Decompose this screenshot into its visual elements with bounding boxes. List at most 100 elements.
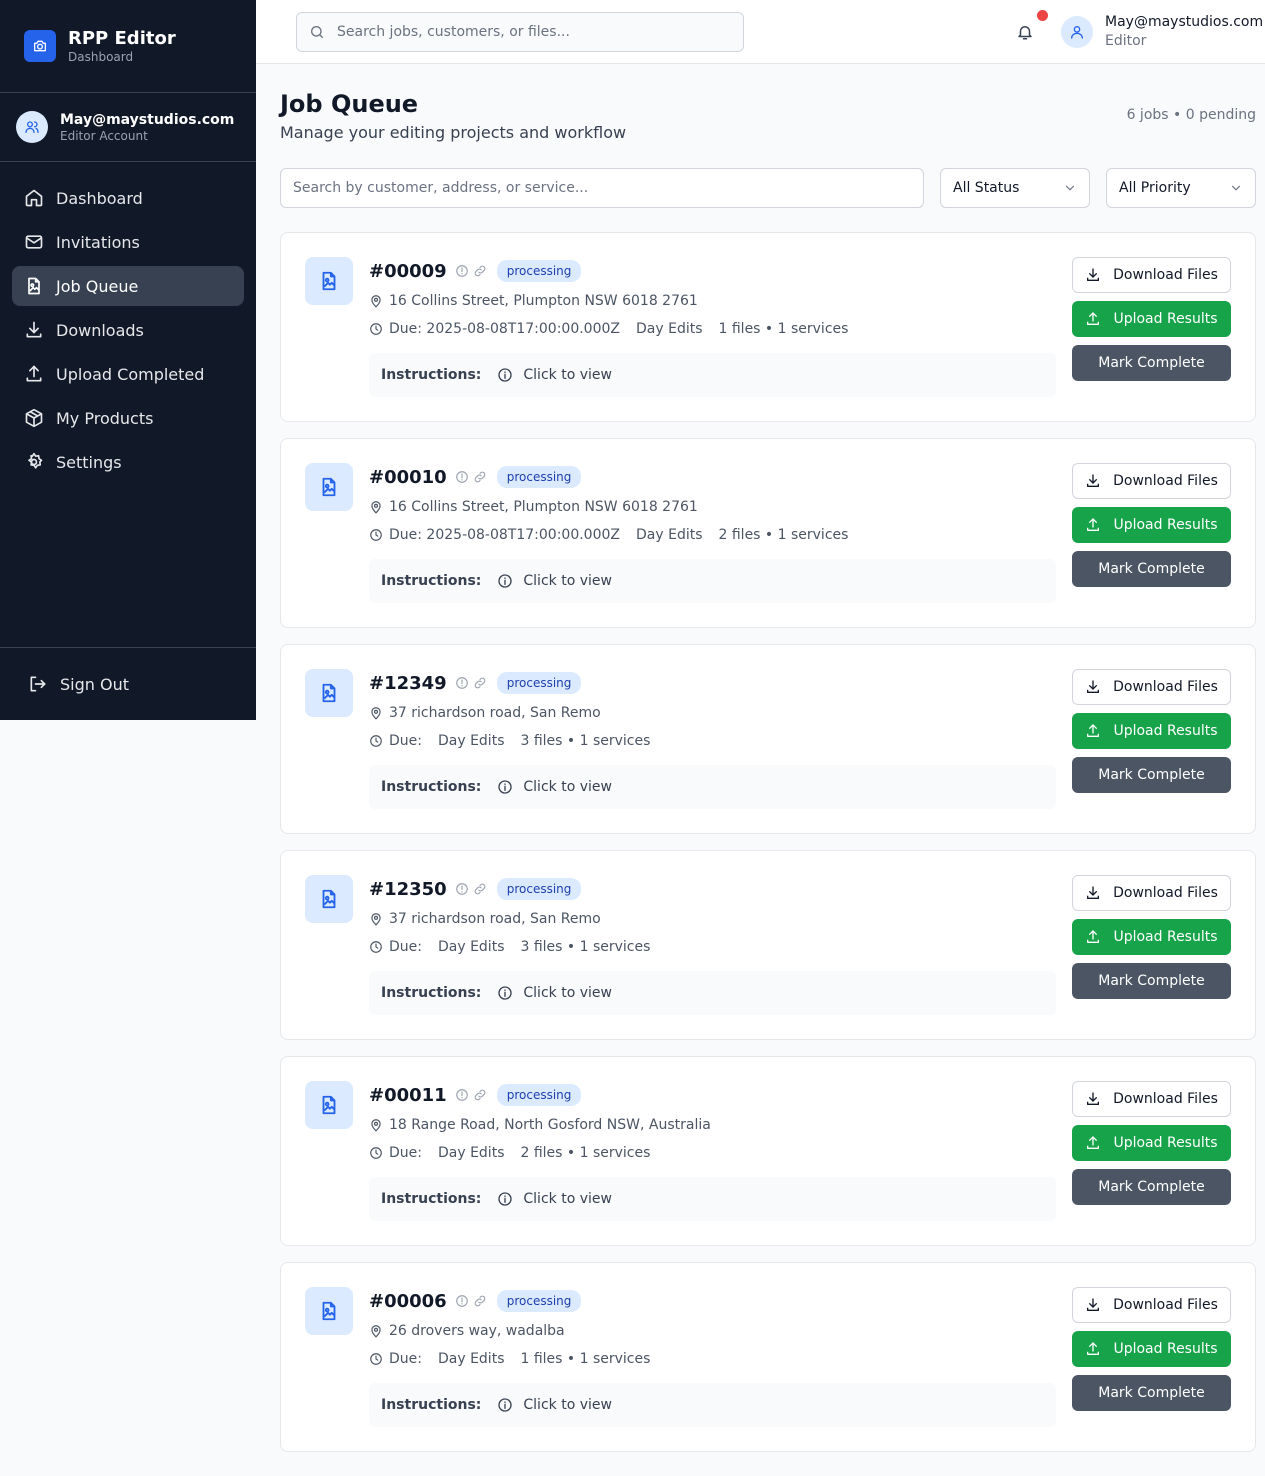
info-icon[interactable]	[455, 1294, 469, 1308]
instructions-panel: Instructions: Click to view	[369, 353, 1056, 397]
sidebar-item-upload-completed[interactable]: Upload Completed	[12, 354, 244, 394]
link-icon[interactable]	[473, 676, 487, 690]
job-service: Day Edits	[636, 321, 703, 337]
download-files-button[interactable]: Download Files	[1072, 1081, 1231, 1117]
info-icon	[497, 1397, 523, 1413]
sidebar-item-job-queue[interactable]: Job Queue	[12, 266, 244, 306]
upload-results-button[interactable]: Upload Results	[1072, 507, 1231, 543]
mark-complete-button[interactable]: Mark Complete	[1072, 345, 1231, 381]
mark-complete-button[interactable]: Mark Complete	[1072, 757, 1231, 793]
info-icon[interactable]	[455, 676, 469, 690]
instructions-panel: Instructions: Click to view	[369, 1177, 1056, 1221]
download-icon	[24, 320, 44, 340]
clock-icon	[369, 1146, 383, 1160]
job-meta-row: Due: 2025-08-08T17:00:00.000Z Day Edits …	[369, 321, 848, 337]
file-image-icon	[305, 257, 353, 305]
job-due: Due:	[389, 1351, 422, 1367]
download-files-button[interactable]: Download Files	[1072, 669, 1231, 705]
sidebar-item-invitations[interactable]: Invitations	[12, 222, 244, 262]
mark-complete-button[interactable]: Mark Complete	[1072, 551, 1231, 587]
app-title: RPP Editor	[68, 28, 176, 49]
job-service: Day Edits	[437, 1145, 505, 1161]
sidebar-item-dashboard[interactable]: Dashboard	[12, 178, 244, 218]
upload-results-button[interactable]: Upload Results	[1072, 1125, 1231, 1161]
sidebar-item-downloads[interactable]: Downloads	[12, 310, 244, 350]
download-files-button[interactable]: Download Files	[1072, 875, 1231, 911]
link-icon[interactable]	[473, 264, 487, 278]
link-icon[interactable]	[473, 470, 487, 484]
account-type: Editor Account	[60, 128, 148, 143]
mark-complete-button[interactable]: Mark Complete	[1072, 963, 1231, 999]
user-icon	[1061, 16, 1093, 48]
clock-icon	[369, 940, 383, 954]
upload-results-label: Upload Results	[1113, 1341, 1218, 1357]
click-to-view-label: Click to view	[523, 573, 612, 589]
mark-complete-button[interactable]: Mark Complete	[1072, 1169, 1231, 1205]
job-meta-row: Due: 2025-08-08T17:00:00.000Z Day Edits …	[369, 527, 848, 543]
mark-complete-label: Mark Complete	[1098, 973, 1205, 989]
file-image-icon	[305, 1287, 353, 1335]
job-id: #00011	[369, 1084, 447, 1106]
map-pin-icon	[369, 1118, 383, 1132]
global-search[interactable]	[296, 12, 744, 52]
info-icon[interactable]	[455, 882, 469, 896]
upload-results-button[interactable]: Upload Results	[1072, 1331, 1231, 1367]
view-instructions-link[interactable]: Click to view	[497, 1397, 612, 1413]
instructions-panel: Instructions: Click to view	[369, 1383, 1056, 1427]
download-files-button[interactable]: Download Files	[1072, 257, 1231, 293]
file-image-icon	[305, 669, 353, 717]
info-icon	[497, 779, 523, 795]
upload-icon	[1085, 723, 1113, 739]
sign-out-icon	[28, 674, 48, 694]
upload-results-button[interactable]: Upload Results	[1072, 301, 1231, 337]
sidebar-item-label: Upload Completed	[56, 364, 205, 384]
mark-complete-label: Mark Complete	[1098, 561, 1205, 577]
global-search-input[interactable]	[337, 24, 717, 40]
job-address: 37 richardson road, San Remo	[389, 911, 601, 927]
top-bar: May@maystudios.com Editor	[256, 0, 1265, 64]
sidebar-item-label: Settings	[56, 452, 122, 472]
view-instructions-link[interactable]: Click to view	[497, 573, 612, 589]
status-filter-select[interactable]: All Status	[940, 168, 1090, 208]
view-instructions-link[interactable]: Click to view	[497, 985, 612, 1001]
sidebar-item-my-products[interactable]: My Products	[12, 398, 244, 438]
upload-results-button[interactable]: Upload Results	[1072, 713, 1231, 749]
view-instructions-link[interactable]: Click to view	[497, 779, 612, 795]
job-header: #00011 processing	[369, 1083, 582, 1107]
info-icon[interactable]	[455, 264, 469, 278]
job-search-input[interactable]	[280, 168, 924, 208]
download-icon	[1085, 679, 1113, 695]
priority-filter-select[interactable]: All Priority	[1106, 168, 1256, 208]
status-badge: processing	[496, 672, 582, 694]
status-badge: processing	[496, 466, 582, 488]
job-header: #12349 processing	[369, 671, 582, 695]
users-icon	[16, 111, 48, 143]
job-id: #12350	[369, 878, 447, 900]
sign-out-button[interactable]: Sign Out	[0, 647, 256, 720]
brand: RPP Editor Dashboard	[0, 0, 256, 93]
link-icon[interactable]	[473, 1088, 487, 1102]
download-files-button[interactable]: Download Files	[1072, 1287, 1231, 1323]
upload-results-button[interactable]: Upload Results	[1072, 919, 1231, 955]
sidebar-item-settings[interactable]: Settings	[12, 442, 244, 482]
user-menu[interactable]: May@maystudios.com Editor	[1061, 13, 1263, 51]
download-files-button[interactable]: Download Files	[1072, 463, 1231, 499]
info-icon[interactable]	[455, 1088, 469, 1102]
notification-bell-icon[interactable]	[1016, 22, 1034, 42]
sidebar: RPP Editor Dashboard May@maystudios.com …	[0, 0, 256, 720]
mark-complete-button[interactable]: Mark Complete	[1072, 1375, 1231, 1411]
info-icon[interactable]	[455, 470, 469, 484]
info-icon	[497, 573, 523, 589]
page-subtitle: Manage your editing projects and workflo…	[280, 123, 627, 142]
link-icon[interactable]	[473, 882, 487, 896]
home-icon	[24, 188, 44, 208]
clock-icon	[369, 734, 383, 748]
click-to-view-label: Click to view	[523, 367, 612, 383]
job-due: Due: 2025-08-08T17:00:00.000Z	[389, 527, 620, 543]
view-instructions-link[interactable]: Click to view	[497, 1191, 612, 1207]
job-due: Due:	[389, 733, 422, 749]
view-instructions-link[interactable]: Click to view	[497, 367, 612, 383]
link-icon[interactable]	[473, 1294, 487, 1308]
job-card: #00011 processing 18 Range Road, North G…	[280, 1056, 1256, 1246]
file-image-icon	[305, 463, 353, 511]
